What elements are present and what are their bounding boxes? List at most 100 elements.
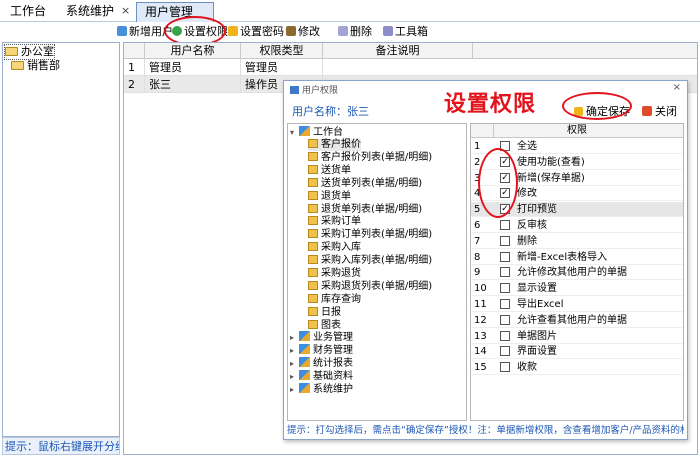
dialog-title: 用户权限 <box>290 83 338 96</box>
permission-row[interactable]: 6 反审核 <box>471 218 683 233</box>
function-icon <box>308 190 318 200</box>
dialog-close-icon[interactable]: × <box>673 82 681 93</box>
row-num: 1 <box>124 59 145 76</box>
tree-node-function[interactable]: 采购入库列表(单据/明细) <box>308 255 432 267</box>
permission-row[interactable]: 8 新增-Excel表格导入 <box>471 250 683 265</box>
permission-row[interactable]: 9 允许修改其他用户的单据 <box>471 265 683 281</box>
tree-node-group[interactable]: ▸ 基础资料 <box>290 369 353 383</box>
permission-label: 允许查看其他用户的单据 <box>517 314 627 326</box>
tree-node-function[interactable]: 退货单列表(单据/明细) <box>308 203 422 216</box>
permission-label: 导出Excel <box>517 299 564 310</box>
expand-icon[interactable]: ▸ <box>290 345 299 357</box>
tab-workbench[interactable]: 工作台 <box>2 2 54 22</box>
permission-label: 允许修改其他用户的单据 <box>517 267 627 279</box>
permission-label: 显示设置 <box>517 283 557 295</box>
tab-system-maintenance[interactable]: 系统维护 <box>58 2 122 22</box>
permission-row-num: 8 <box>474 251 481 263</box>
permission-row[interactable]: 12 允许查看其他用户的单据 <box>471 313 683 328</box>
permission-checkbox[interactable] <box>500 251 510 262</box>
tree-node-function[interactable]: 送货单列表(单据/明细) <box>308 177 423 190</box>
expand-icon[interactable]: ▸ <box>290 358 299 370</box>
permission-checkbox[interactable] <box>500 330 510 341</box>
permission-checkbox[interactable] <box>500 346 510 357</box>
function-icon <box>308 280 318 290</box>
row-num: 2 <box>124 76 145 93</box>
tree-node-group[interactable]: ▸ 系统维护 <box>290 382 353 396</box>
function-icon <box>308 229 318 239</box>
tree-node-function[interactable]: 客户报价 <box>308 139 361 151</box>
tree-node-root[interactable]: ▾ 工作台 <box>290 126 343 138</box>
toolbox-icon <box>383 26 393 36</box>
expand-icon[interactable]: ▸ <box>290 384 299 396</box>
tree-item-label: 办公室 <box>21 45 54 58</box>
tree-node-function[interactable]: 库存查询 <box>308 293 361 306</box>
permission-row-num: 9 <box>474 267 481 279</box>
permission-row[interactable]: 11 导出Excel <box>471 297 683 312</box>
tree-item-office[interactable]: 办公室 <box>4 44 55 60</box>
tree-node-label: 送货单列表(单据/明细) <box>321 177 423 189</box>
tree-node-label: 采购订单列表(单据/明细) <box>321 229 433 241</box>
permission-header: 权限 <box>471 124 683 138</box>
group-icon <box>299 343 310 354</box>
group-icon <box>299 356 310 367</box>
permission-label: 新增-Excel表格导入 <box>517 251 608 263</box>
expand-icon[interactable]: ▸ <box>290 371 299 383</box>
tree-node-function[interactable]: 采购订单 <box>308 216 361 228</box>
department-tree: 办公室 销售部 <box>2 42 120 437</box>
grid-header-name[interactable]: 用户名称 <box>145 43 241 59</box>
permission-row[interactable]: 15 收款 <box>471 360 683 376</box>
permission-checkbox[interactable] <box>500 220 510 230</box>
function-tree: ▾ 工作台 客户报价 客户报价列表(单据/明细) 送货单 送货单列表(单据/明细) 退货单… <box>287 123 467 421</box>
tree-node-function[interactable]: 采购退货 <box>308 268 361 280</box>
dialog-title-text: 用户权限 <box>302 86 339 96</box>
permission-checkbox[interactable] <box>500 235 510 246</box>
function-icon <box>308 151 318 161</box>
tree-node-function[interactable]: 客户报价列表(单据/明细) <box>308 151 432 164</box>
tree-node-label: 工作台 <box>313 127 343 138</box>
permission-dialog: 用户权限 × 用户名称：张三 设置权限 确定保存 关闭 ▾ 工作台 客户报价 客户报… <box>283 80 688 440</box>
row-name: 管理员 <box>145 59 241 76</box>
permission-checkbox[interactable] <box>500 314 510 325</box>
tree-node-function[interactable]: 送货单 <box>308 164 351 177</box>
set-password-button[interactable]: 设置密码 <box>228 24 284 40</box>
permission-row[interactable]: 13 单据图片 <box>471 329 683 344</box>
group-icon <box>299 126 310 136</box>
tree-item-sales[interactable]: 销售部 <box>11 59 60 73</box>
tree-node-function[interactable]: 日报 <box>308 306 341 319</box>
tree-node-function[interactable]: 采购入库 <box>308 242 361 254</box>
dialog-user-label: 用户名称：张三 <box>292 105 369 118</box>
permission-row-num: 5 <box>474 204 481 216</box>
toolbar: 新增用户 设置权限 设置密码 修改 删除 工具箱 <box>0 22 700 42</box>
permission-row-num: 10 <box>474 283 487 295</box>
permission-row[interactable]: 14 界面设置 <box>471 344 683 360</box>
function-icon <box>308 164 318 174</box>
tree-node-group[interactable]: ▸ 业务管理 <box>290 331 353 343</box>
permission-row[interactable]: 7 删除 <box>471 234 683 249</box>
permission-checkbox[interactable] <box>500 362 510 373</box>
edit-button[interactable]: 修改 <box>286 24 320 40</box>
tree-node-group[interactable]: ▸ 财务管理 <box>290 343 353 357</box>
tree-node-function[interactable]: 图表 <box>308 319 341 332</box>
toolbox-button[interactable]: 工具箱 <box>383 24 428 40</box>
collapse-icon[interactable]: ▾ <box>290 127 299 139</box>
permission-row[interactable]: 10 显示设置 <box>471 281 683 297</box>
close-button[interactable]: 关闭 <box>642 103 677 119</box>
tree-node-function[interactable]: 采购退货列表(单据/明细) <box>308 280 432 293</box>
expand-icon[interactable]: ▸ <box>290 332 299 344</box>
permission-checkbox[interactable] <box>500 283 510 294</box>
permission-row-num: 15 <box>474 362 487 374</box>
tab-close-icon[interactable]: × <box>121 4 130 17</box>
delete-button[interactable]: 删除 <box>338 24 372 40</box>
table-row[interactable]: 1 管理员 管理员 <box>124 59 697 76</box>
grid-header-note[interactable]: 备注说明 <box>323 43 473 59</box>
permission-label: 删除 <box>517 235 537 247</box>
tree-node-function[interactable]: 采购订单列表(单据/明细) <box>308 229 432 241</box>
permission-checkbox[interactable] <box>500 267 510 278</box>
tree-node-group[interactable]: ▸ 统计报表 <box>290 356 353 370</box>
permission-label: 使用功能(查看) <box>517 156 585 168</box>
grid-header-type[interactable]: 权限类型 <box>241 43 323 59</box>
function-icon <box>308 203 318 213</box>
permission-row-num: 12 <box>474 314 487 326</box>
tree-node-function[interactable]: 退货单 <box>308 190 351 203</box>
permission-checkbox[interactable] <box>500 299 510 309</box>
